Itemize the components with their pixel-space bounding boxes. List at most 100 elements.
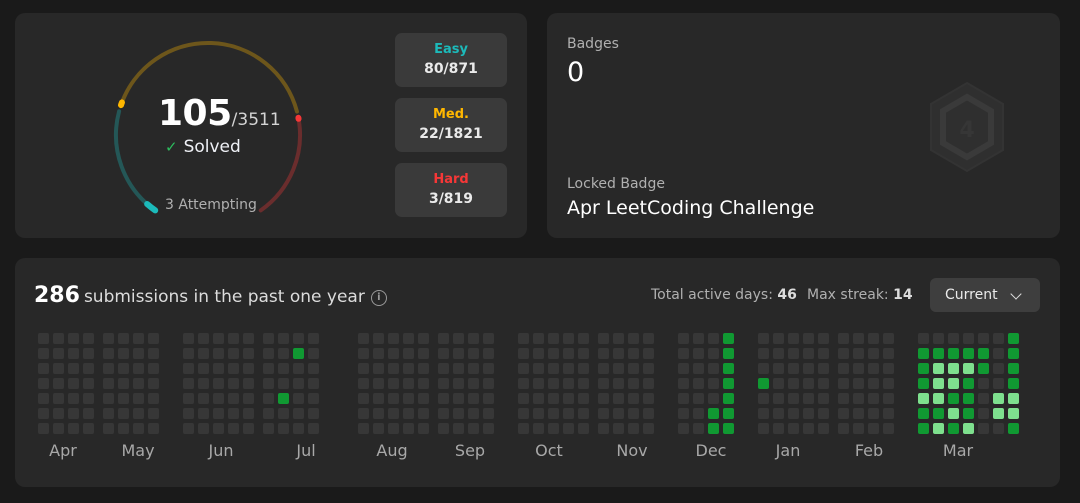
heatmap-cell[interactable] [708,423,719,434]
heatmap-cell[interactable] [53,423,64,434]
heatmap-cell[interactable] [468,348,479,359]
heatmap-cell[interactable] [868,378,879,389]
heatmap-cell[interactable] [773,408,784,419]
heatmap-cell[interactable] [773,378,784,389]
heatmap-cell[interactable] [213,363,224,374]
heatmap-cell[interactable] [68,408,79,419]
heatmap-cell[interactable] [613,333,624,344]
heatmap-cell[interactable] [1008,348,1019,359]
heatmap-cell[interactable] [358,348,369,359]
heatmap-cell[interactable] [933,408,944,419]
heatmap-cell[interactable] [773,393,784,404]
heatmap-cell[interactable] [838,333,849,344]
heatmap-cell[interactable] [148,363,159,374]
heatmap-cell[interactable] [678,363,689,374]
heatmap-cell[interactable] [68,423,79,434]
heatmap-cell[interactable] [83,393,94,404]
heatmap-cell[interactable] [883,408,894,419]
heatmap-cell[interactable] [308,363,319,374]
heatmap-cell[interactable] [388,408,399,419]
heatmap-cell[interactable] [243,408,254,419]
heatmap-cell[interactable] [308,408,319,419]
heatmap-cell[interactable] [53,333,64,344]
heatmap-cell[interactable] [483,348,494,359]
heatmap-cell[interactable] [183,423,194,434]
heatmap-cell[interactable] [773,348,784,359]
heatmap-cell[interactable] [978,333,989,344]
heatmap-cell[interactable] [388,333,399,344]
heatmap-cell[interactable] [918,378,929,389]
heatmap-cell[interactable] [978,378,989,389]
heatmap-cell[interactable] [293,348,304,359]
heatmap-cell[interactable] [68,378,79,389]
heatmap-cell[interactable] [613,363,624,374]
heatmap-cell[interactable] [358,423,369,434]
heatmap-cell[interactable] [198,393,209,404]
heatmap-cell[interactable] [578,423,589,434]
heatmap-cell[interactable] [918,408,929,419]
heatmap-cell[interactable] [853,378,864,389]
heatmap-cell[interactable] [53,378,64,389]
heatmap-cell[interactable] [213,408,224,419]
heatmap-cell[interactable] [678,408,689,419]
heatmap-cell[interactable] [38,333,49,344]
heatmap-cell[interactable] [198,333,209,344]
heatmap-cell[interactable] [228,333,239,344]
heatmap-cell[interactable] [243,348,254,359]
heatmap-cell[interactable] [373,378,384,389]
heatmap-cell[interactable] [723,348,734,359]
heatmap-cell[interactable] [438,378,449,389]
heatmap-cell[interactable] [643,333,654,344]
heatmap-cell[interactable] [868,363,879,374]
heatmap-cell[interactable] [853,408,864,419]
heatmap-cell[interactable] [213,393,224,404]
heatmap-cell[interactable] [578,363,589,374]
heatmap-cell[interactable] [578,348,589,359]
heatmap-cell[interactable] [933,393,944,404]
heatmap-cell[interactable] [308,333,319,344]
heatmap-cell[interactable] [803,378,814,389]
heatmap-cell[interactable] [948,423,959,434]
heatmap-cell[interactable] [198,378,209,389]
heatmap-cell[interactable] [133,393,144,404]
heatmap-cell[interactable] [213,378,224,389]
heatmap-cell[interactable] [643,378,654,389]
heatmap-cell[interactable] [243,363,254,374]
heatmap-cell[interactable] [818,333,829,344]
heatmap-cell[interactable] [418,348,429,359]
heatmap-cell[interactable] [758,423,769,434]
heatmap-cell[interactable] [838,423,849,434]
heatmap-cell[interactable] [723,378,734,389]
heatmap-cell[interactable] [948,333,959,344]
heatmap-cell[interactable] [868,393,879,404]
heatmap-cell[interactable] [883,363,894,374]
heatmap-cell[interactable] [293,333,304,344]
heatmap-cell[interactable] [293,408,304,419]
heatmap-cell[interactable] [68,333,79,344]
heatmap-cell[interactable] [868,333,879,344]
heatmap-cell[interactable] [438,393,449,404]
heatmap-cell[interactable] [118,378,129,389]
heatmap-cell[interactable] [388,423,399,434]
heatmap-cell[interactable] [118,423,129,434]
heatmap-cell[interactable] [228,393,239,404]
heatmap-cell[interactable] [758,348,769,359]
heatmap-cell[interactable] [548,333,559,344]
heatmap-cell[interactable] [643,423,654,434]
heatmap-cell[interactable] [788,408,799,419]
heatmap-cell[interactable] [788,423,799,434]
heatmap-cell[interactable] [453,363,464,374]
heatmap-cell[interactable] [483,333,494,344]
heatmap-cell[interactable] [598,348,609,359]
heatmap-cell[interactable] [978,393,989,404]
heatmap-cell[interactable] [518,393,529,404]
heatmap-cell[interactable] [788,393,799,404]
heatmap-cell[interactable] [103,363,114,374]
locked-badge-icon[interactable]: 4 [925,79,1009,175]
heatmap-cell[interactable] [838,348,849,359]
heatmap-cell[interactable] [963,393,974,404]
heatmap-cell[interactable] [263,333,274,344]
heatmap-cell[interactable] [933,378,944,389]
heatmap-cell[interactable] [453,333,464,344]
heatmap-cell[interactable] [243,423,254,434]
